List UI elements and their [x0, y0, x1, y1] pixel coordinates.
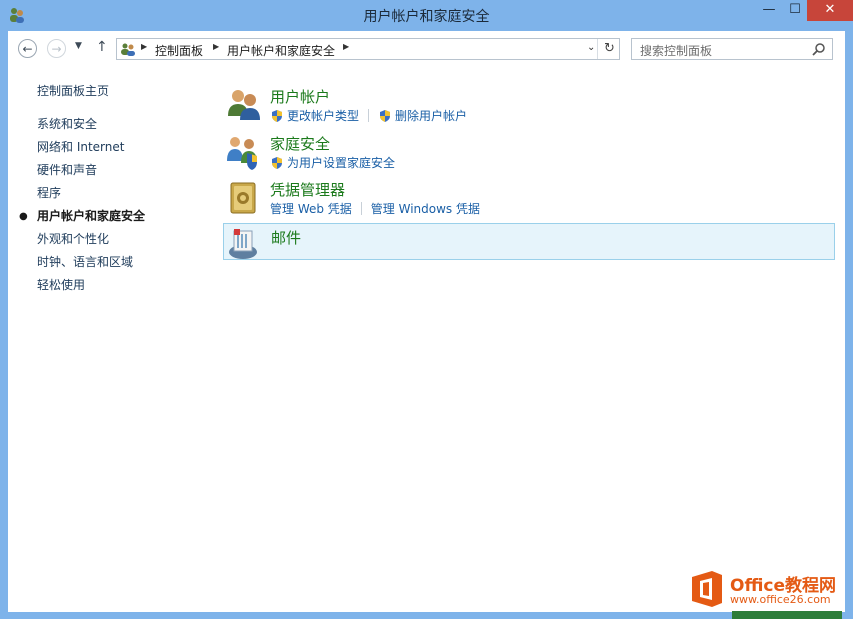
window-title: 用户帐户和家庭安全 — [0, 6, 853, 26]
watermark-url: www.office26.com — [730, 593, 831, 606]
up-button[interactable]: ↑ — [96, 39, 108, 55]
uac-shield-icon — [378, 109, 392, 123]
link-divider — [361, 202, 362, 215]
search-placeholder: 搜索控制面板 — [640, 42, 712, 59]
recent-locations-dropdown[interactable]: ▼ — [75, 41, 82, 51]
sidebar-item-hardware[interactable]: 硬件和声音 — [37, 161, 97, 178]
title-bar[interactable]: 用户帐户和家庭安全 — ☐ ✕ — [0, 0, 853, 31]
chevron-right-icon[interactable]: ▶ — [343, 42, 349, 51]
sidebar-item-system-security[interactable]: 系统和安全 — [37, 115, 97, 132]
uac-shield-icon — [270, 156, 284, 170]
category-family-safety: 家庭安全 为用户设置家庭安全 — [223, 133, 835, 173]
breadcrumb-user-accounts[interactable]: 用户帐户和家庭安全 — [227, 42, 335, 59]
sidebar-item-programs[interactable]: 程序 — [37, 184, 61, 201]
uac-shield-icon — [270, 109, 284, 123]
close-button[interactable]: ✕ — [807, 0, 853, 21]
search-icon[interactable] — [812, 42, 826, 56]
family-safety-icon[interactable] — [225, 133, 263, 171]
chevron-right-icon[interactable]: ▶ — [213, 42, 219, 51]
sidebar-item-clock-language[interactable]: 时钟、语言和区域 — [37, 253, 133, 270]
address-bar[interactable]: ▶ 控制面板 ▶ 用户帐户和家庭安全 ▶ ⌄ ↻ — [116, 38, 620, 60]
category-title[interactable]: 用户帐户 — [270, 86, 330, 107]
category-title[interactable]: 凭据管理器 — [270, 179, 345, 200]
forward-button[interactable]: → — [47, 39, 66, 58]
address-dropdown-icon[interactable]: ⌄ — [587, 42, 595, 53]
category-links: 更改帐户类型 删除用户帐户 — [270, 107, 467, 124]
setup-family-safety-link[interactable]: 为用户设置家庭安全 — [287, 154, 395, 171]
category-title[interactable]: 家庭安全 — [270, 133, 330, 154]
search-input[interactable]: 搜索控制面板 — [631, 38, 833, 60]
link-divider — [368, 109, 369, 122]
minimize-button[interactable]: — — [756, 0, 782, 21]
manage-web-credentials-link[interactable]: 管理 Web 凭据 — [270, 200, 352, 217]
window: 用户帐户和家庭安全 — ☐ ✕ ← → ▼ ↑ ▶ 控制面板 ▶ 用户帐户和家庭… — [0, 0, 853, 619]
change-account-type-link[interactable]: 更改帐户类型 — [287, 107, 359, 124]
active-bullet-icon: ● — [19, 211, 28, 222]
sidebar-item-ease-of-access[interactable]: 轻松使用 — [37, 276, 85, 293]
watermark: Office教程网 www.office26.com — [688, 569, 848, 613]
refresh-button[interactable]: ↻ — [597, 39, 621, 59]
mail-icon[interactable] — [226, 225, 264, 263]
control-panel-icon — [120, 41, 136, 57]
client-area: ← → ▼ ↑ ▶ 控制面板 ▶ 用户帐户和家庭安全 ▶ ⌄ ↻ 搜索控制面板 … — [8, 31, 845, 612]
delete-user-account-link[interactable]: 删除用户帐户 — [395, 107, 467, 124]
back-button[interactable]: ← — [18, 39, 37, 58]
office-logo-icon — [688, 569, 726, 609]
sidebar-item-user-accounts[interactable]: 用户帐户和家庭安全 — [37, 207, 145, 224]
credential-vault-icon[interactable] — [225, 179, 263, 217]
category-credential-manager: 凭据管理器 管理 Web 凭据 管理 Windows 凭据 — [223, 179, 835, 219]
category-links: 管理 Web 凭据 管理 Windows 凭据 — [270, 200, 480, 217]
manage-windows-credentials-link[interactable]: 管理 Windows 凭据 — [371, 200, 480, 217]
category-links: 为用户设置家庭安全 — [270, 154, 395, 171]
chevron-right-icon[interactable]: ▶ — [141, 42, 147, 51]
sidebar-item-appearance[interactable]: 外观和个性化 — [37, 230, 109, 247]
sidebar-item-network[interactable]: 网络和 Internet — [37, 138, 124, 155]
sidebar-item-home[interactable]: 控制面板主页 — [37, 82, 109, 99]
taskbar-strip — [732, 611, 842, 619]
breadcrumb-control-panel[interactable]: 控制面板 — [155, 42, 203, 59]
category-user-accounts: 用户帐户 更改帐户类型 删除用户帐户 — [223, 86, 835, 126]
maximize-button[interactable]: ☐ — [782, 0, 808, 21]
category-title[interactable]: 邮件 — [271, 227, 301, 248]
users-icon[interactable] — [225, 86, 263, 124]
category-mail[interactable]: 邮件 — [223, 223, 835, 260]
